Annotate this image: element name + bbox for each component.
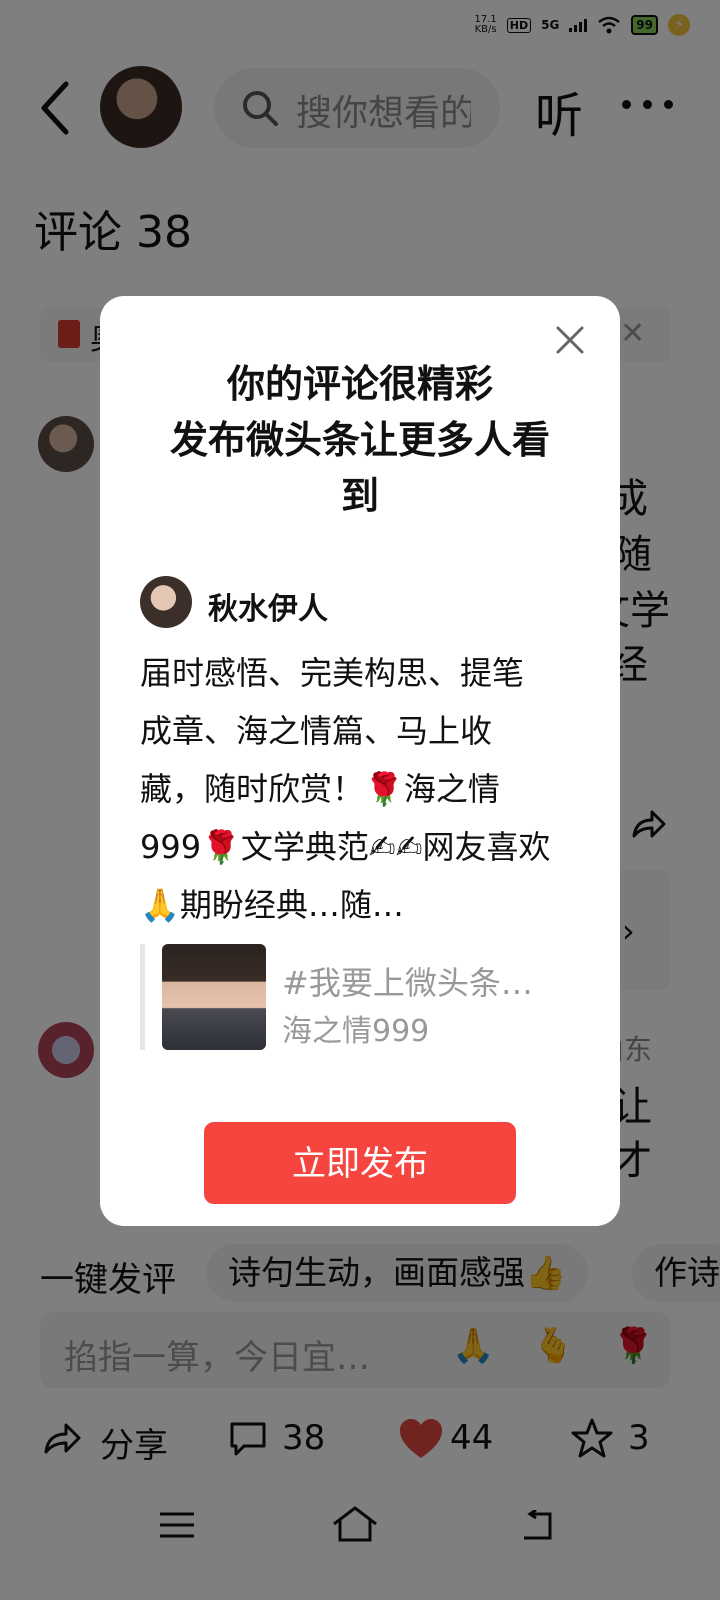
close-icon[interactable] xyxy=(552,322,588,358)
dialog-title: 你的评论很精彩 发布微头条让更多人看 到 xyxy=(100,356,620,524)
quote-divider xyxy=(140,944,145,1050)
quoted-hashtag: #我要上微头条… xyxy=(282,964,533,1002)
user-avatar xyxy=(140,576,192,628)
dialog-title-line: 你的评论很精彩 xyxy=(226,362,493,406)
dialog-title-line: 发布微头条让更多人看 xyxy=(169,418,550,462)
comment-preview-text: 届时感悟、完美构思、提笔成章、海之情篇、马上收藏，随时欣赏！🌹海之情999🌹文学… xyxy=(140,654,551,924)
publish-button[interactable]: 立即发布 xyxy=(204,1122,516,1204)
quoted-author: 海之情999 xyxy=(282,1014,430,1049)
user-name: 秋水伊人 xyxy=(208,592,328,627)
dialog-title-line: 到 xyxy=(340,474,379,518)
quoted-article-thumbnail xyxy=(162,944,266,1050)
